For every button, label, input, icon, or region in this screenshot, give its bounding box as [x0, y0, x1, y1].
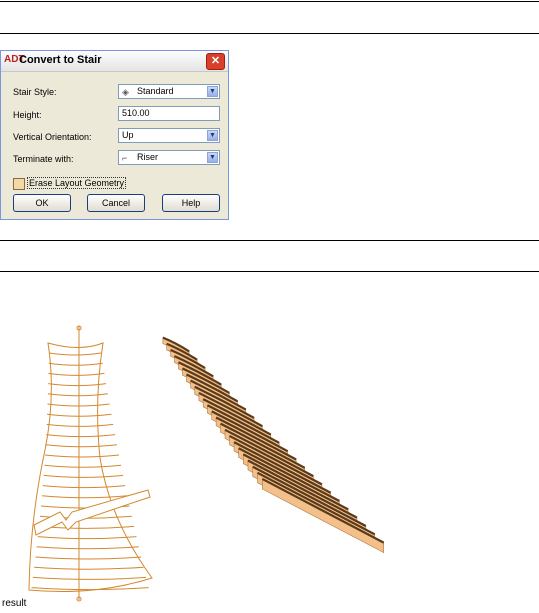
- tread-line: [48, 362, 103, 366]
- tread-line: [36, 546, 139, 550]
- tread-line: [42, 485, 126, 489]
- tread-line: [35, 556, 142, 560]
- tread-line: [46, 423, 114, 427]
- tread-line: [48, 352, 102, 356]
- tread-line: [43, 474, 124, 478]
- tread-line: [44, 454, 120, 458]
- tread-line: [46, 434, 116, 438]
- tread-line: [47, 393, 108, 397]
- tread-line: [48, 372, 105, 376]
- result-caption: result: [2, 598, 27, 609]
- tread-line: [41, 495, 128, 499]
- tread-line: [34, 566, 144, 570]
- tread-line: [44, 464, 122, 468]
- tread-line: [37, 536, 137, 540]
- tread-line: [32, 576, 147, 580]
- tread-line: [48, 383, 107, 387]
- layout-geometry-drawing: [28, 325, 153, 602]
- stair-3d-drawing: [162, 336, 385, 554]
- tread-line: [45, 444, 118, 448]
- tread-line: [31, 587, 149, 591]
- stair-illustration: [28, 325, 385, 602]
